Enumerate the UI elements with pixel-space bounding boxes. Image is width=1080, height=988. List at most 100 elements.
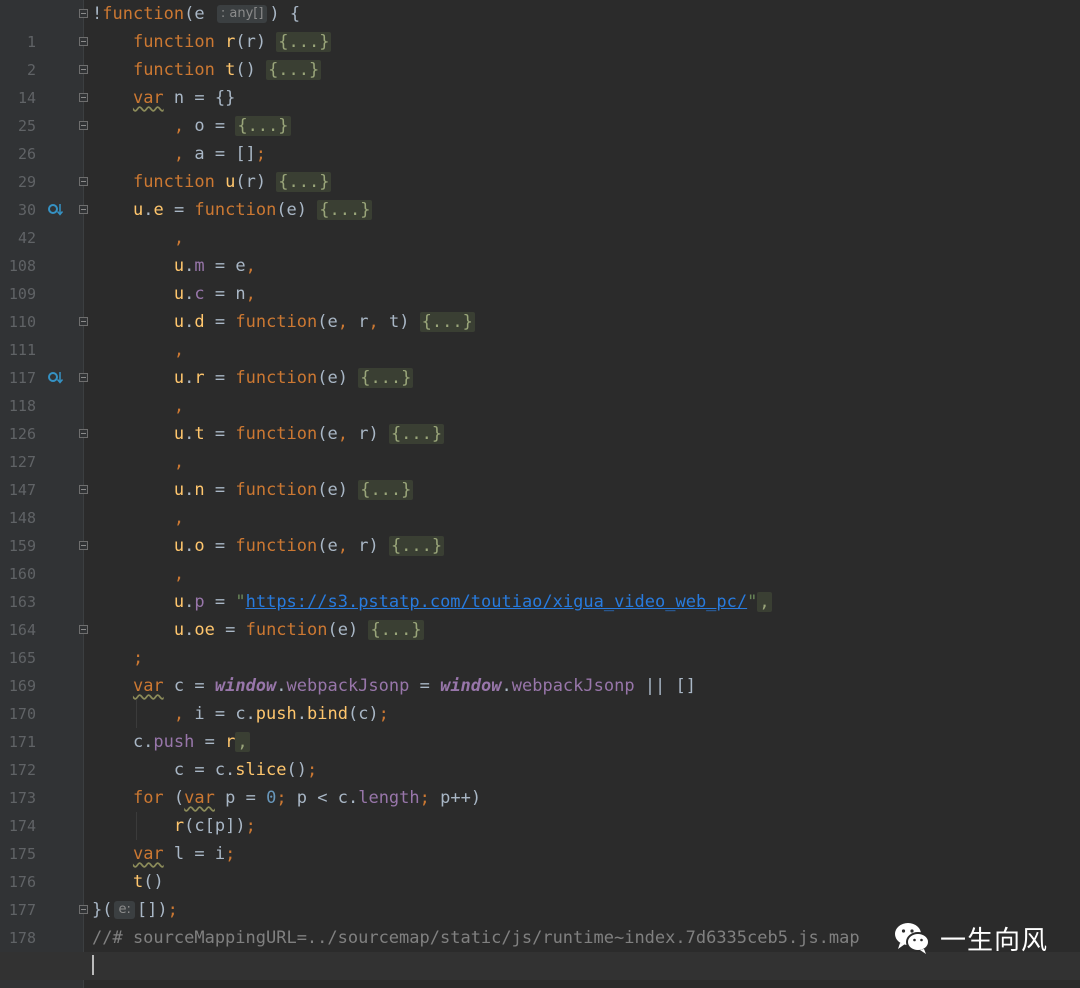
code-text: var n = {} — [132, 88, 236, 108]
code-text: u.oe = function(e) {...} — [173, 620, 424, 640]
code-line[interactable]: 164 u.p = "https://s3.pstatp.com/toutiao… — [0, 588, 1080, 639]
code-line[interactable]: 109 u.m = e, — [0, 252, 1080, 303]
code-line[interactable]: 108 , — [0, 224, 1080, 275]
fold-toggle-icon[interactable] — [79, 37, 88, 46]
text-cursor — [92, 955, 94, 975]
code-line[interactable]: 1 !function(e : any[]) { — [0, 0, 1080, 51]
line-number: 180 — [0, 980, 36, 988]
fold-toggle-icon[interactable] — [79, 625, 88, 634]
fold-toggle-icon[interactable] — [79, 373, 88, 382]
override-method-icon[interactable] — [48, 203, 64, 217]
code-text: , — [173, 452, 185, 472]
fold-toggle-icon[interactable] — [79, 485, 88, 494]
wechat-logo-icon — [895, 923, 930, 954]
code-text: , — [173, 508, 185, 528]
code-line[interactable]: 25 var n = {} — [0, 84, 1080, 135]
code-text: u.c = n, — [173, 284, 256, 304]
code-line[interactable]: 42 u.e = function(e) {...} — [0, 196, 1080, 247]
url-link[interactable]: https://s3.pstatp.com/toutiao/xigua_vide… — [246, 592, 748, 612]
code-text: , a = []; — [173, 144, 267, 164]
code-line[interactable]: 126 , — [0, 392, 1080, 443]
code-text: u.d = function(e, r, t) {...} — [173, 312, 475, 332]
code-text: , — [173, 396, 185, 416]
code-text: u.o = function(e, r) {...} — [173, 536, 445, 556]
type-hint: : any[] — [216, 5, 268, 23]
code-text: function t() {...} — [132, 60, 322, 80]
fold-toggle-icon[interactable] — [79, 905, 88, 914]
code-text: for (var p = 0; p < c.length; p++) — [132, 788, 482, 808]
code-line[interactable]: 117 , — [0, 336, 1080, 387]
folded-block[interactable]: {...} — [368, 620, 424, 640]
fold-toggle-icon[interactable] — [79, 9, 88, 18]
code-text: c = c.slice(); — [92, 760, 318, 780]
code-line[interactable]: 175 r(c[p]); — [0, 812, 1080, 863]
code-line[interactable]: 118 u.r = function(e) {...} — [0, 364, 1080, 415]
code-text: , o = {...} — [173, 116, 291, 136]
fold-toggle-icon[interactable] — [79, 317, 88, 326]
code-text: u.r = function(e) {...} — [173, 368, 414, 388]
code-line[interactable]: 165 u.oe = function(e) {...} — [0, 616, 1080, 667]
code-text: u.t = function(e, r) {...} — [173, 424, 445, 444]
watermark: 一生向风 — [892, 918, 1048, 958]
override-method-icon[interactable] — [48, 371, 64, 385]
folded-block[interactable]: {...} — [419, 312, 475, 332]
code-text: !function(e : any[]) { — [92, 4, 301, 24]
code-text: var c = window.webpackJsonp = window.web… — [132, 676, 696, 696]
code-line[interactable]: 169 ; — [0, 644, 1080, 695]
code-line[interactable]: 163 , — [0, 560, 1080, 611]
source-map-comment: //# sourceMappingURL=../sourcemap/static… — [92, 928, 860, 948]
code-text: , — [173, 228, 185, 248]
code-line[interactable]: 177 t() — [0, 868, 1080, 919]
watermark-text: 一生向风 — [940, 925, 1049, 956]
folded-block[interactable]: {...} — [235, 116, 291, 136]
code-text: , — [173, 340, 185, 360]
code-editor[interactable]: 1 !function(e : any[]) { 2 function r(r)… — [0, 0, 1080, 988]
code-text — [92, 952, 94, 980]
code-text: r(c[p]); — [173, 816, 256, 836]
code-line[interactable]: 111 u.d = function(e, r, t) {...} — [0, 308, 1080, 359]
code-text: var l = i; — [132, 844, 236, 864]
code-text: u.n = function(e) {...} — [173, 480, 414, 500]
code-text: , — [173, 564, 185, 584]
code-text: }(e: []); — [92, 900, 178, 920]
fold-toggle-icon[interactable] — [79, 121, 88, 130]
fold-toggle-icon[interactable] — [79, 205, 88, 214]
folded-block[interactable]: {...} — [266, 60, 322, 80]
code-line[interactable]: 172 c.push = r, — [0, 728, 1080, 779]
folded-block[interactable]: {...} — [317, 200, 373, 220]
code-line[interactable]: 159 , — [0, 504, 1080, 555]
code-line[interactable]: 14 function t() {...} — [0, 56, 1080, 107]
fold-toggle-icon[interactable] — [79, 541, 88, 550]
code-text: , i = c.push.bind(c); — [173, 704, 389, 724]
code-line[interactable]: 176 var l = i; — [0, 840, 1080, 891]
fold-toggle-icon[interactable] — [79, 429, 88, 438]
code-text: function r(r) {...} — [132, 32, 332, 52]
fold-toggle-icon[interactable] — [79, 177, 88, 186]
folded-block[interactable]: {...} — [358, 480, 414, 500]
code-line[interactable]: 26 , o = {...} — [0, 112, 1080, 163]
fold-toggle-icon[interactable] — [79, 65, 88, 74]
code-line[interactable]: 127 u.t = function(e, r) {...} — [0, 420, 1080, 471]
fold-toggle-icon[interactable] — [79, 93, 88, 102]
code-text: t() — [132, 872, 164, 892]
code-line[interactable]: 110 u.c = n, — [0, 280, 1080, 331]
code-text: u.m = e, — [173, 256, 256, 276]
folded-block[interactable]: {...} — [388, 536, 445, 556]
code-line[interactable]: 173 c = c.slice(); — [0, 756, 1080, 807]
code-line[interactable]: 30 function u(r) {...} — [0, 168, 1080, 219]
folded-block[interactable]: {...} — [388, 424, 445, 444]
code-text: c.push = r, — [92, 732, 250, 752]
code-line[interactable]: 160 u.o = function(e, r) {...} — [0, 532, 1080, 583]
folded-block[interactable]: {...} — [358, 368, 414, 388]
code-line[interactable]: 29 , a = []; — [0, 140, 1080, 191]
code-line[interactable]: 174 for (var p = 0; p < c.length; p++) — [0, 784, 1080, 835]
code-text: ; — [132, 648, 144, 668]
code-line[interactable]: 148 u.n = function(e) {...} — [0, 476, 1080, 527]
folded-block[interactable]: {...} — [276, 32, 332, 52]
code-line[interactable]: 171 , i = c.push.bind(c); — [0, 700, 1080, 751]
folded-block[interactable]: {...} — [276, 172, 332, 192]
code-line[interactable]: 2 function r(r) {...} — [0, 28, 1080, 79]
code-line[interactable]: 170 var c = window.webpackJsonp = window… — [0, 672, 1080, 723]
code-line[interactable]: 147 , — [0, 448, 1080, 499]
code-text: u.e = function(e) {...} — [132, 200, 373, 220]
